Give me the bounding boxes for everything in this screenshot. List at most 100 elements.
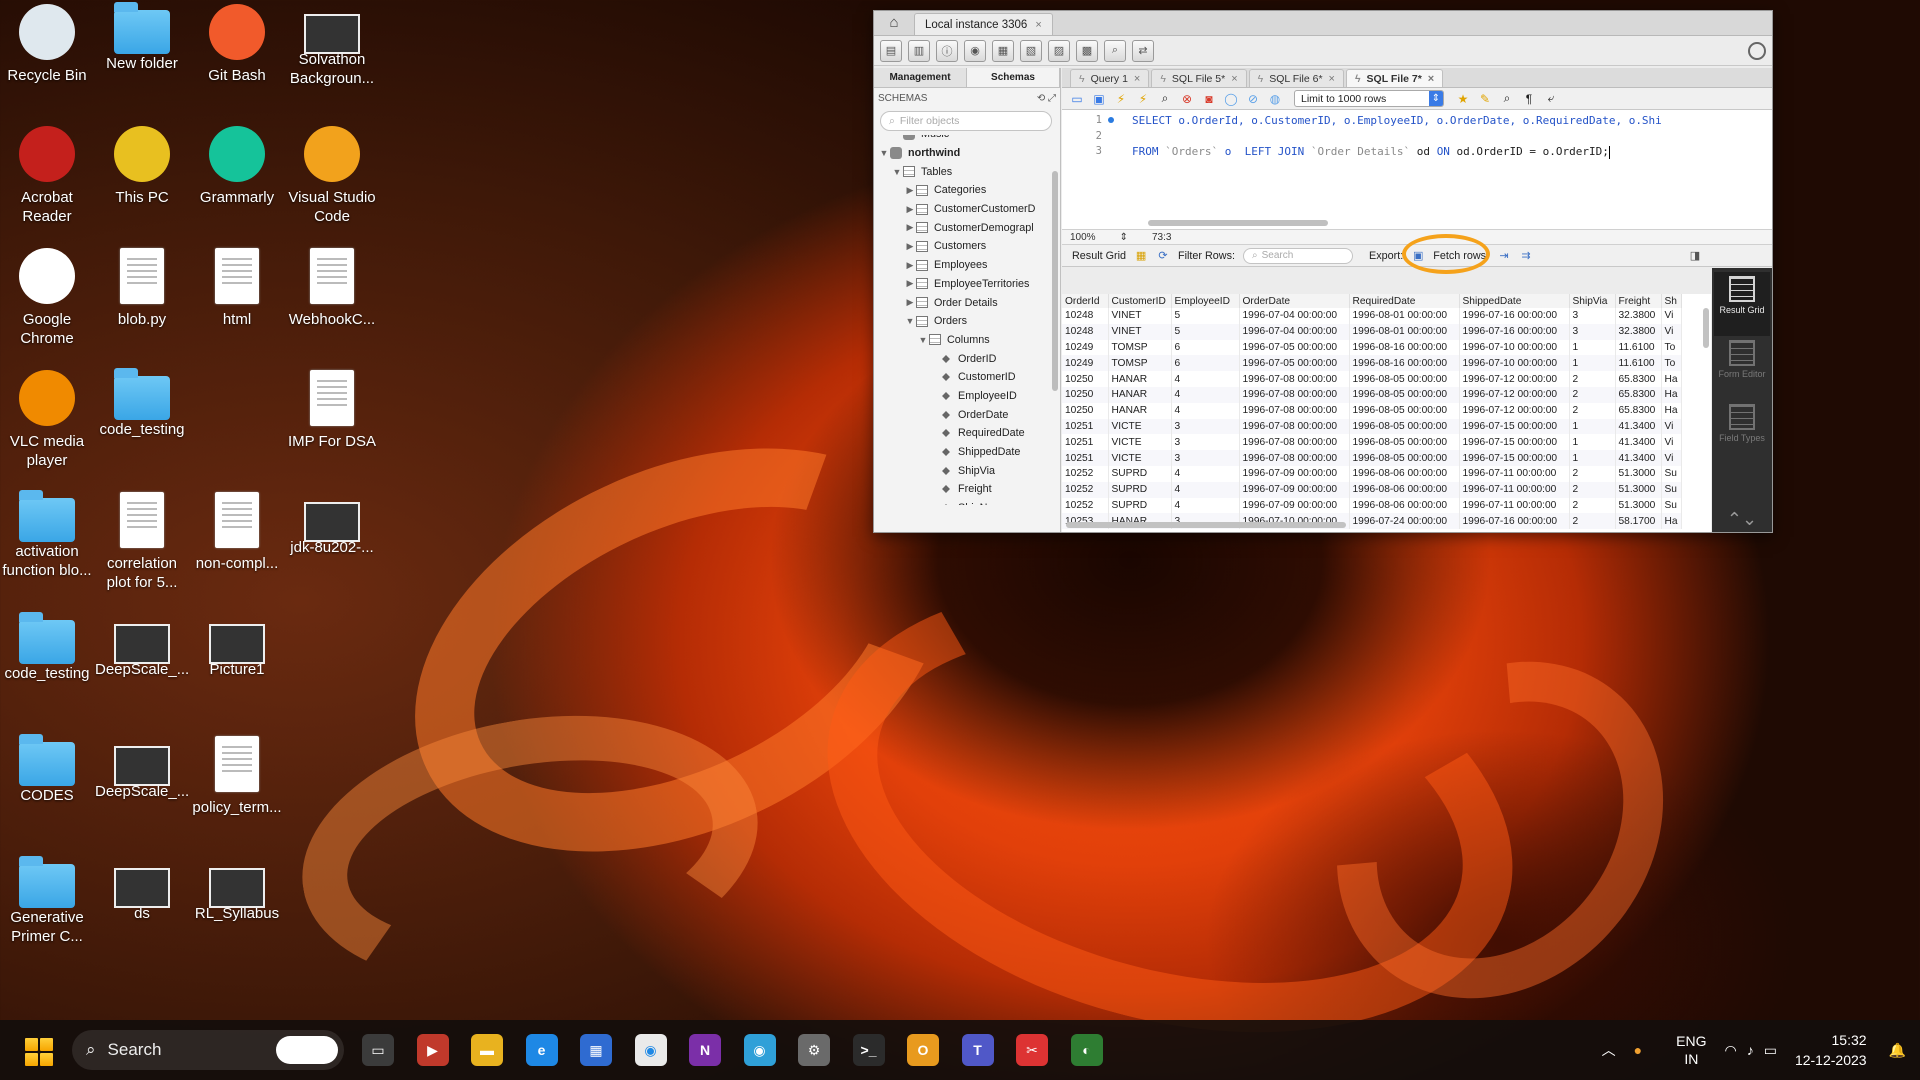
toggle-error-icon[interactable]: ◙ [1200,90,1218,108]
desktop-icon[interactable]: VLC media player [0,370,94,470]
tree-item-freight[interactable]: Freight [874,480,1060,499]
wrap-icon[interactable]: ⤶ [1542,90,1560,108]
table-cell[interactable]: Su [1661,465,1682,482]
connection-tab[interactable]: Local instance 3306 × [914,13,1053,35]
desktop-icon[interactable]: activation function blo... [0,490,94,580]
toggle-panel-icon[interactable]: ◨ [1688,250,1702,262]
create-schema-icon[interactable]: ◉ [964,39,986,62]
table-cell[interactable]: 41.3400 [1615,418,1662,435]
explain-icon[interactable]: ⌕ [1156,90,1174,108]
close-icon[interactable]: × [1231,73,1237,85]
table-cell[interactable]: 1996-07-09 00:00:00 [1239,481,1350,498]
grid-horizontal-scrollbar[interactable] [1066,522,1346,528]
expand-right-icon[interactable]: ▶ [904,222,916,233]
tree-item-order-details[interactable]: ▶ Order Details [874,293,1060,312]
table-cell[interactable]: 5 [1171,308,1240,324]
table-cell[interactable]: Vi [1661,308,1682,324]
close-icon[interactable]: × [1035,19,1041,31]
table-cell[interactable]: SUPRD [1108,465,1172,482]
grid-vertical-scrollbar[interactable] [1703,308,1709,348]
table-cell[interactable]: 4 [1171,402,1240,419]
table-cell[interactable]: 6 [1171,339,1240,356]
table-cell[interactable]: 10250 [1062,386,1109,403]
tree-item-categories[interactable]: ▶ Categories [874,181,1060,200]
table-cell[interactable]: 5 [1171,323,1240,340]
tree-item-orderdate[interactable]: OrderDate [874,405,1060,424]
wifi-icon[interactable]: ◠ [1724,1042,1736,1059]
table-cell[interactable]: 1996-07-08 00:00:00 [1239,402,1350,419]
desktop-icon[interactable]: non-compl... [190,492,284,573]
table-cell[interactable]: 1996-08-05 00:00:00 [1349,418,1460,435]
column-header[interactable]: Sh [1661,294,1682,308]
tab-schemas[interactable]: Schemas [967,68,1060,87]
table-cell[interactable]: 1996-07-09 00:00:00 [1239,497,1350,514]
sql-editor[interactable]: 1 2 3 SELECT o.OrderId, o.CustomerID, o.… [1062,110,1772,230]
create-function-icon[interactable]: ▩ [1076,39,1098,62]
table-cell[interactable]: To [1661,339,1682,356]
column-header[interactable]: CustomerID [1108,294,1172,308]
table-cell[interactable]: Vi [1661,323,1682,340]
tree-item-employeeid[interactable]: EmployeeID [874,387,1060,406]
tree-item-customerdemograpl[interactable]: ▶ CustomerDemograpl [874,218,1060,237]
table-cell[interactable]: 10251 [1062,434,1109,451]
table-cell[interactable]: 4 [1171,497,1240,514]
table-cell[interactable]: 1996-07-04 00:00:00 [1239,308,1350,324]
table-row[interactable]: 10249 TOMSP 6 1996-07-05 00:00:00 1996-08-16… [1062,355,1682,372]
grid-view-icon[interactable]: ▦ [1134,250,1148,262]
search-table-data-icon[interactable]: ⌕ [1104,39,1126,62]
table-cell[interactable]: 1996-08-05 00:00:00 [1349,402,1460,419]
table-cell[interactable]: 1996-08-01 00:00:00 [1349,323,1460,340]
notification-bell-icon[interactable]: 🔔 [1889,1042,1906,1059]
table-cell[interactable]: 65.8300 [1615,371,1662,387]
close-icon[interactable]: × [1428,73,1434,85]
desktop-icon[interactable]: Solvathon Backgroun... [285,4,379,88]
tab-management[interactable]: Management [874,68,967,87]
table-cell[interactable]: 1996-07-15 00:00:00 [1459,434,1570,451]
tree-item-tables[interactable]: ▼ Tables [874,162,1060,181]
table-cell[interactable]: 1996-07-12 00:00:00 [1459,371,1570,387]
table-cell[interactable]: 2 [1569,402,1616,419]
table-cell[interactable]: 10250 [1062,402,1109,419]
filter-rows-input[interactable]: ⌕ Search [1243,247,1354,264]
desktop-icon[interactable]: html [190,248,284,329]
expand-down-icon[interactable]: ▼ [878,148,890,158]
table-cell[interactable]: TOMSP [1108,355,1172,372]
table-cell[interactable]: 3 [1171,434,1240,451]
expand-down-icon[interactable]: ▼ [904,316,916,326]
expand-right-icon[interactable]: ▶ [904,278,916,289]
expand-down-icon[interactable]: ▼ [891,167,903,177]
table-cell[interactable]: 58.1700 [1615,513,1662,530]
expand-right-icon[interactable]: ▶ [904,260,916,271]
reconnect-icon[interactable]: ⇄ [1132,39,1154,62]
desktop-icon[interactable]: Acrobat Reader [0,126,94,226]
rollback-icon[interactable]: ⊘ [1244,90,1262,108]
zoom-level[interactable]: 100% [1070,232,1096,243]
table-cell[interactable]: 1996-07-08 00:00:00 [1239,434,1350,451]
taskbar-search[interactable]: ⌕ Search [72,1030,344,1070]
table-cell[interactable]: 1996-07-04 00:00:00 [1239,323,1350,340]
table-cell[interactable]: 1996-07-08 00:00:00 [1239,450,1350,466]
refresh-icon[interactable]: ⟲ ⤢ [1037,93,1056,104]
table-cell[interactable]: 2 [1569,481,1616,498]
autocommit-icon[interactable]: ◍ [1266,90,1284,108]
column-header[interactable]: RequiredDate [1349,294,1460,308]
desktop-icon[interactable]: DeepScale_... [95,614,189,679]
tree-item-customers[interactable]: ▶ Customers [874,237,1060,256]
onenote-icon[interactable]: N [689,1034,721,1066]
stop-icon[interactable]: ⊗ [1178,90,1196,108]
invisible-chars-icon[interactable]: ¶ [1520,90,1538,108]
table-row[interactable]: 10251 VICTE 3 1996-07-08 00:00:00 1996-08-05… [1062,434,1682,451]
table-row[interactable]: 10252 SUPRD 4 1996-07-09 00:00:00 1996-08-06… [1062,497,1682,514]
table-cell[interactable]: 1996-07-15 00:00:00 [1459,450,1570,466]
column-header[interactable]: OrderId [1062,294,1109,308]
desktop-icon[interactable]: Generative Primer C... [0,856,94,946]
table-cell[interactable]: 1996-08-06 00:00:00 [1349,481,1460,498]
tab-sql-file-7[interactable]: ϟ SQL File 7* × [1345,69,1444,87]
zoom-icon[interactable]: ▶ [416,1034,449,1066]
table-cell[interactable]: 6 [1171,355,1240,372]
tree-item-shipname[interactable]: ShipName [874,499,1060,505]
table-cell[interactable]: Vi [1661,450,1682,466]
table-cell[interactable]: HANAR [1108,386,1172,403]
table-cell[interactable]: 3 [1171,418,1240,435]
table-cell[interactable]: 65.8300 [1615,402,1662,419]
